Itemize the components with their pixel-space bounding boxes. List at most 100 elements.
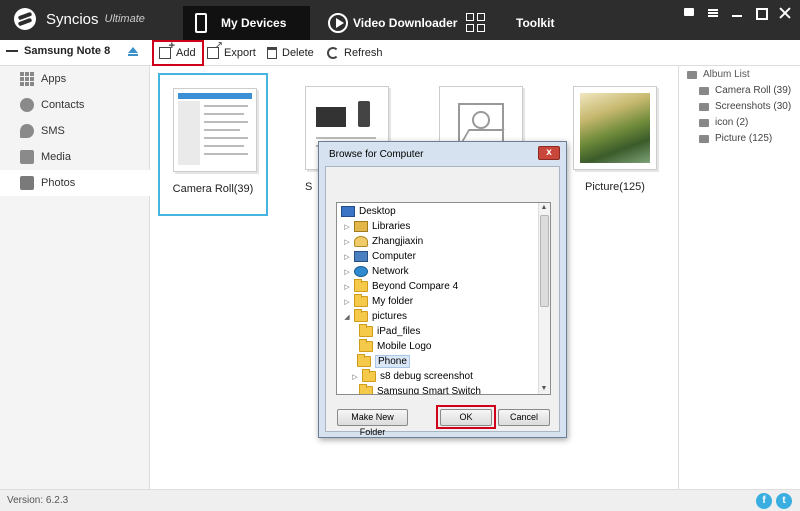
tree-item-phone[interactable]: Phone [357, 354, 410, 369]
cancel-button[interactable]: Cancel [498, 409, 550, 426]
tab-video-downloader[interactable]: Video Downloader [328, 6, 458, 40]
album-list-panel: Album List Camera Roll (39) Screenshots … [678, 66, 800, 489]
twitter-icon[interactable]: t [776, 493, 792, 509]
album-thumbnail [173, 88, 257, 172]
maximize-icon[interactable] [754, 6, 768, 20]
tree-item-mobile-logo[interactable]: Mobile Logo [359, 339, 431, 354]
delete-label: Delete [282, 47, 314, 59]
image-icon [699, 102, 709, 111]
album-list-label: Camera Roll (39) [715, 85, 792, 96]
eject-icon[interactable] [128, 47, 138, 57]
desktop-icon [341, 206, 355, 217]
tab-my-devices[interactable]: My Devices [183, 6, 310, 40]
image-icon [699, 118, 709, 127]
expand-icon[interactable]: ▷ [343, 268, 351, 276]
album-list-item-camera-roll[interactable]: Camera Roll (39) [679, 85, 800, 96]
tree-item-pictures[interactable]: ◢ pictures [343, 309, 407, 324]
tree-item-ipad-files[interactable]: iPad_files [359, 324, 420, 339]
expand-icon[interactable]: ▷ [351, 373, 359, 381]
tree-item-computer[interactable]: ▷ Computer [343, 249, 416, 264]
sidebar-item-media[interactable]: Media [0, 144, 150, 170]
version-label: Version: 6.2.3 [7, 495, 69, 506]
tree-item-desktop[interactable]: Desktop [341, 204, 396, 219]
album-camera-roll[interactable]: Camera Roll(39) [158, 73, 268, 216]
add-button-highlight [152, 40, 204, 66]
sidebar-item-label: Media [41, 151, 71, 163]
collapse-icon [6, 50, 18, 52]
scroll-down-icon[interactable]: ▼ [540, 385, 548, 393]
message-icon[interactable] [682, 6, 696, 20]
album-list-label: Screenshots (30) [715, 101, 792, 112]
menu-icon[interactable] [706, 6, 720, 20]
refresh-button[interactable]: Refresh [327, 44, 383, 62]
tree-item-samsung-smart-switch[interactable]: Samsung Smart Switch [359, 384, 481, 394]
scrollbar-thumb[interactable] [540, 215, 549, 307]
device-selector[interactable]: Samsung Note 8 [6, 45, 110, 57]
sidebar-item-apps[interactable]: Apps [0, 66, 150, 92]
collapse-icon[interactable]: ◢ [343, 313, 351, 321]
tree-item-network[interactable]: ▷ Network [343, 264, 409, 279]
album-list-item-picture[interactable]: Picture (125) [679, 133, 800, 144]
album-list-item-icon[interactable]: icon (2) [679, 117, 800, 128]
camera-icon [699, 86, 709, 95]
expand-icon[interactable]: ▷ [343, 298, 351, 306]
window-controls [682, 6, 792, 20]
dialog-title: Browse for Computer [329, 149, 424, 160]
user-folder-icon [354, 236, 368, 247]
tab-label: Toolkit [516, 16, 555, 30]
computer-icon [354, 251, 368, 262]
export-icon [207, 40, 223, 59]
album-list-item-screenshots[interactable]: Screenshots (30) [679, 101, 800, 112]
photos-icon [20, 176, 34, 190]
tab-label: My Devices [221, 16, 287, 30]
tree-item-libraries[interactable]: ▷ Libraries [343, 219, 410, 234]
close-icon[interactable] [778, 6, 792, 20]
sidebar-item-label: Photos [41, 177, 76, 189]
sidebar-item-contacts[interactable]: Contacts [0, 92, 150, 118]
make-new-folder-button[interactable]: Make New Folder [337, 409, 408, 437]
tree-item-my-folder[interactable]: ▷ My folder [343, 294, 413, 309]
expand-icon[interactable]: ▷ [343, 238, 351, 246]
folder-icon [357, 354, 371, 367]
app-brand: Syncios Ultimate [14, 8, 145, 30]
folder-icon [354, 294, 368, 307]
tree-item-beyond-compare[interactable]: ▷ Beyond Compare 4 [343, 279, 458, 294]
tree-item-s8-debug-screenshot[interactable]: ▷ s8 debug screenshot [351, 369, 473, 384]
album-list-header: Album List [679, 69, 800, 80]
folder-icon [354, 279, 368, 292]
expand-icon[interactable]: ▷ [343, 283, 351, 291]
sidebar-item-photos[interactable]: Photos [0, 170, 150, 196]
refresh-label: Refresh [344, 47, 383, 59]
tree-item-zhangjiaxin[interactable]: ▷ Zhangjiaxin [343, 234, 423, 249]
apps-icon [20, 72, 34, 86]
dialog-close-button[interactable]: x [538, 146, 560, 160]
expand-icon[interactable]: ▷ [343, 223, 351, 231]
trash-icon [267, 47, 277, 59]
network-icon [354, 266, 368, 277]
tree-scrollbar[interactable]: ▲ ▼ [538, 203, 550, 394]
export-label: Export [224, 47, 256, 59]
scroll-up-icon[interactable]: ▲ [540, 204, 548, 212]
app-name: Syncios [46, 10, 99, 28]
album-list-label: icon (2) [715, 117, 749, 128]
album-label: Picture(125) [585, 181, 645, 193]
title-bar: Syncios Ultimate My Devices Video Downlo… [0, 0, 800, 40]
refresh-icon [327, 47, 339, 59]
expand-icon[interactable]: ▷ [343, 253, 351, 261]
sidebar-item-label: Apps [41, 73, 67, 85]
media-icon [20, 150, 34, 164]
image-icon [699, 134, 709, 143]
tab-label: Video Downloader [353, 16, 458, 30]
minimize-icon[interactable] [730, 6, 744, 20]
tab-toolkit[interactable]: Toolkit [466, 6, 566, 40]
export-button[interactable]: Export [207, 40, 256, 62]
album-picture[interactable]: Picture(125) [560, 73, 670, 216]
album-label: Camera Roll(39) [172, 183, 254, 195]
sidebar-item-label: SMS [41, 125, 65, 137]
facebook-icon[interactable]: f [756, 493, 772, 509]
grid-icon [466, 13, 486, 33]
device-name: Samsung Note 8 [24, 45, 111, 57]
delete-button[interactable]: Delete [267, 44, 314, 62]
sidebar-item-sms[interactable]: SMS [0, 118, 150, 144]
folder-tree[interactable]: Desktop ▷ Libraries ▷ Zhangjiaxin ▷ Comp… [336, 202, 551, 395]
